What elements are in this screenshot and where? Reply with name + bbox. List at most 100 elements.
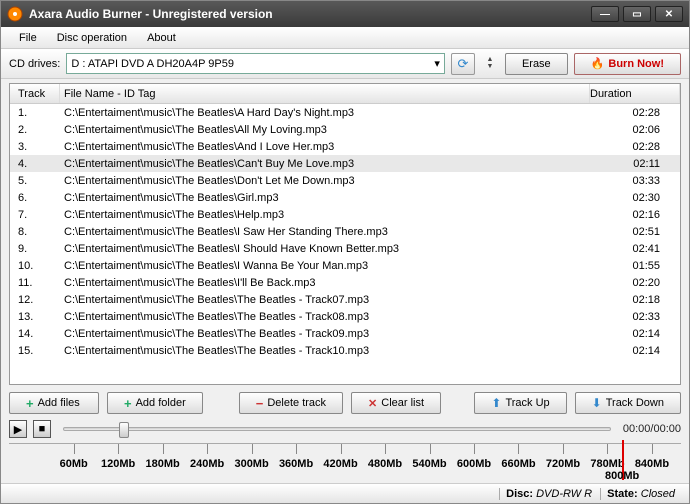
cell-duration: 02:41 — [590, 243, 680, 255]
arrow-down-icon: ⬇ — [592, 396, 602, 410]
chevron-down-icon: ▾ — [434, 57, 440, 70]
cell-file: C:\Entertaiment\music\The Beatles\I Shou… — [60, 243, 590, 255]
ruler-tick — [652, 444, 653, 454]
cell-duration: 02:16 — [590, 209, 680, 221]
window-title: Axara Audio Burner - Unregistered versio… — [29, 7, 591, 21]
cell-file: C:\Entertaiment\music\The Beatles\And I … — [60, 141, 590, 153]
status-disc: Disc: DVD-RW R — [499, 488, 598, 500]
table-row[interactable]: 13.C:\Entertaiment\music\The Beatles\The… — [10, 308, 680, 325]
menubar: File Disc operation About — [1, 27, 689, 49]
table-row[interactable]: 15.C:\Entertaiment\music\The Beatles\The… — [10, 342, 680, 359]
erase-button[interactable]: Erase — [505, 53, 568, 75]
cell-duration: 01:55 — [590, 260, 680, 272]
ruler-tick — [607, 444, 608, 454]
seek-slider[interactable] — [63, 427, 611, 431]
cell-file: C:\Entertaiment\music\The Beatles\A Hard… — [60, 107, 590, 119]
cell-file: C:\Entertaiment\music\The Beatles\I Wann… — [60, 260, 590, 272]
cell-duration: 02:14 — [590, 345, 680, 357]
close-button[interactable]: ✕ — [655, 6, 683, 22]
cell-file: C:\Entertaiment\music\The Beatles\I'll B… — [60, 277, 590, 289]
table-row[interactable]: 14.C:\Entertaiment\music\The Beatles\The… — [10, 325, 680, 342]
ruler-label: 420Mb — [323, 458, 357, 470]
cd-drives-label: CD drives: — [9, 58, 60, 70]
cell-track: 11. — [10, 277, 60, 289]
plus-icon: + — [26, 396, 34, 411]
eject-toggle[interactable]: ▲▼ — [481, 53, 499, 75]
drive-select[interactable]: D : ATAPI DVD A DH20A4P 9P59 ▾ — [66, 53, 445, 74]
table-row[interactable]: 5.C:\Entertaiment\music\The Beatles\Don'… — [10, 172, 680, 189]
playback-time: 00:00/00:00 — [623, 423, 681, 435]
column-file[interactable]: File Name - ID Tag — [60, 84, 590, 103]
cell-track: 1. — [10, 107, 60, 119]
play-icon: ▶ — [14, 423, 22, 436]
ruler-label: 660Mb — [501, 458, 535, 470]
table-row[interactable]: 2.C:\Entertaiment\music\The Beatles\All … — [10, 121, 680, 138]
track-up-button[interactable]: ⬆Track Up — [474, 392, 566, 414]
table-row[interactable]: 3.C:\Entertaiment\music\The Beatles\And … — [10, 138, 680, 155]
cell-file: C:\Entertaiment\music\The Beatles\All My… — [60, 124, 590, 136]
ruler-tick — [474, 444, 475, 454]
ruler-tick — [163, 444, 164, 454]
cell-duration: 02:28 — [590, 107, 680, 119]
cell-file: C:\Entertaiment\music\The Beatles\The Be… — [60, 345, 590, 357]
toolbar: CD drives: D : ATAPI DVD A DH20A4P 9P59 … — [1, 49, 689, 79]
ruler-label: 360Mb — [279, 458, 313, 470]
table-row[interactable]: 11.C:\Entertaiment\music\The Beatles\I'l… — [10, 274, 680, 291]
table-row[interactable]: 4.C:\Entertaiment\music\The Beatles\Can'… — [10, 155, 680, 172]
ruler-tick — [385, 444, 386, 454]
table-row[interactable]: 6.C:\Entertaiment\music\The Beatles\Girl… — [10, 189, 680, 206]
add-files-button[interactable]: +Add files — [9, 392, 99, 414]
table-row[interactable]: 7.C:\Entertaiment\music\The Beatles\Help… — [10, 206, 680, 223]
track-list: Track File Name - ID Tag Duration 1.C:\E… — [9, 83, 681, 385]
ruler-label: 240Mb — [190, 458, 224, 470]
table-row[interactable]: 8.C:\Entertaiment\music\The Beatles\I Sa… — [10, 223, 680, 240]
cell-duration: 02:51 — [590, 226, 680, 238]
cell-duration: 02:33 — [590, 311, 680, 323]
status-state: State: Closed — [600, 488, 681, 500]
menu-file[interactable]: File — [9, 29, 47, 47]
cell-file: C:\Entertaiment\music\The Beatles\Don't … — [60, 175, 590, 187]
statusbar: Disc: DVD-RW R State: Closed — [1, 483, 689, 503]
ruler-tick — [518, 444, 519, 454]
ruler-tick — [563, 444, 564, 454]
ruler-label: 300Mb — [234, 458, 268, 470]
cell-track: 12. — [10, 294, 60, 306]
cell-track: 7. — [10, 209, 60, 221]
slider-thumb[interactable] — [119, 422, 129, 438]
cell-track: 15. — [10, 345, 60, 357]
table-row[interactable]: 9.C:\Entertaiment\music\The Beatles\I Sh… — [10, 240, 680, 257]
stop-button[interactable]: ■ — [33, 420, 51, 438]
ruler-label: 600Mb — [457, 458, 491, 470]
cell-track: 6. — [10, 192, 60, 204]
table-row[interactable]: 12.C:\Entertaiment\music\The Beatles\The… — [10, 291, 680, 308]
menu-about[interactable]: About — [137, 29, 186, 47]
cell-track: 4. — [10, 158, 60, 170]
ruler-tick — [118, 444, 119, 454]
maximize-button[interactable]: ▭ — [623, 6, 651, 22]
cell-file: C:\Entertaiment\music\The Beatles\The Be… — [60, 328, 590, 340]
column-track[interactable]: Track — [10, 84, 60, 103]
ruler-label: 480Mb — [368, 458, 402, 470]
column-duration[interactable]: Duration — [590, 84, 680, 103]
table-row[interactable]: 10.C:\Entertaiment\music\The Beatles\I W… — [10, 257, 680, 274]
cell-duration: 02:14 — [590, 328, 680, 340]
add-folder-button[interactable]: +Add folder — [107, 392, 203, 414]
minimize-button[interactable]: — — [591, 6, 619, 22]
cell-file: C:\Entertaiment\music\The Beatles\I Saw … — [60, 226, 590, 238]
table-row[interactable]: 1.C:\Entertaiment\music\The Beatles\A Ha… — [10, 104, 680, 121]
track-list-body[interactable]: 1.C:\Entertaiment\music\The Beatles\A Ha… — [10, 104, 680, 384]
cell-duration: 02:28 — [590, 141, 680, 153]
ruler-tick — [341, 444, 342, 454]
refresh-button[interactable]: ⟳ — [451, 53, 475, 75]
menu-disc-operation[interactable]: Disc operation — [47, 29, 137, 47]
arrow-up-icon: ⬆ — [491, 396, 501, 410]
cell-duration: 02:18 — [590, 294, 680, 306]
cell-file: C:\Entertaiment\music\The Beatles\Help.m… — [60, 209, 590, 221]
delete-track-button[interactable]: −Delete track — [239, 392, 343, 414]
clear-list-button[interactable]: ✕Clear list — [351, 392, 441, 414]
play-button[interactable]: ▶ — [9, 420, 27, 438]
cell-track: 3. — [10, 141, 60, 153]
track-down-button[interactable]: ⬇Track Down — [575, 392, 681, 414]
track-list-header: Track File Name - ID Tag Duration — [10, 84, 680, 104]
burn-now-button[interactable]: 🔥Burn Now! — [574, 53, 681, 75]
